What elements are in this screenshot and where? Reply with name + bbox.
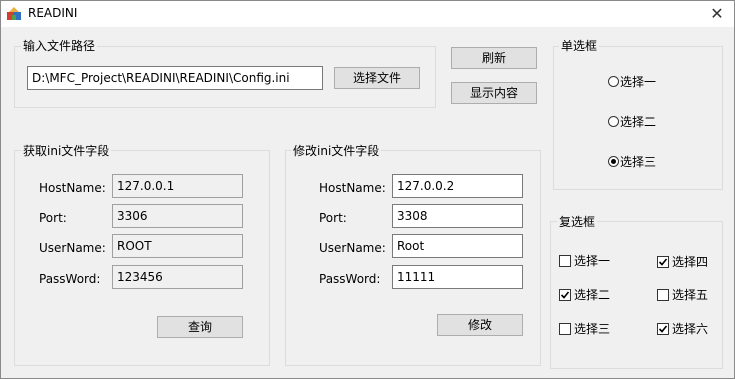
read-username-field: ROOT — [112, 234, 243, 258]
radio-option-label: 选择二 — [620, 115, 657, 129]
title-bar[interactable]: READINI ✕ — [1, 1, 734, 27]
file-path-field[interactable]: D:\MFC_Project\READINI\READINI\Config.in… — [27, 66, 323, 90]
window-title: READINI — [28, 6, 78, 20]
checkbox-group-label: 复选框 — [557, 215, 598, 229]
checkbox-label: 选择二 — [574, 288, 611, 302]
radio-circle-2[interactable] — [608, 116, 619, 127]
checkmark-icon — [658, 324, 668, 333]
edit-group-label: 修改ini文件字段 — [291, 144, 382, 158]
checkbox-label: 选择三 — [574, 322, 611, 336]
checkmark-icon — [658, 257, 668, 266]
checkbox-square[interactable] — [657, 255, 669, 268]
path-group-label: 输入文件路径 — [21, 39, 98, 53]
radio-circle-3[interactable] — [608, 156, 619, 167]
edit-hostname-label: HostName: — [319, 181, 386, 195]
checkbox-square[interactable] — [559, 254, 571, 267]
edit-port-label: Port: — [319, 211, 347, 225]
radio-option-2[interactable]: 选择二 — [608, 113, 656, 130]
checkbox-option-5[interactable]: 选择五 — [657, 286, 708, 303]
radio-option-label: 选择一 — [620, 75, 657, 89]
app-icon — [7, 7, 21, 20]
radio-group-label: 单选框 — [559, 39, 600, 53]
edit-username-field[interactable]: Root — [392, 234, 523, 258]
checkbox-square[interactable] — [559, 288, 571, 301]
refresh-button[interactable]: 刷新 — [451, 47, 537, 69]
modify-button[interactable]: 修改 — [437, 314, 523, 336]
read-password-label: PassWord: — [39, 272, 101, 286]
show-content-button[interactable]: 显示内容 — [451, 82, 537, 104]
checkbox-square[interactable] — [657, 322, 669, 335]
checkbox-label: 选择四 — [672, 255, 709, 269]
edit-password-label: PassWord: — [319, 272, 381, 286]
app-window: READINI ✕ 输入文件路径 D:\MFC_Project\READINI\… — [0, 0, 735, 379]
read-username-label: UserName: — [39, 241, 106, 255]
radio-option-label: 选择三 — [620, 155, 657, 169]
checkbox-label: 选择五 — [672, 288, 709, 302]
checkbox-option-1[interactable]: 选择一 — [559, 252, 610, 269]
checkbox-square[interactable] — [657, 288, 669, 301]
checkbox-label: 选择六 — [672, 322, 709, 336]
read-hostname-field: 127.0.0.1 — [112, 174, 243, 198]
edit-password-field[interactable]: 11111 — [392, 265, 523, 289]
edit-port-field[interactable]: 3308 — [392, 204, 523, 228]
radio-option-3[interactable]: 选择三 — [608, 153, 656, 170]
checkbox-option-2[interactable]: 选择二 — [559, 286, 610, 303]
checkbox-square[interactable] — [559, 322, 571, 335]
query-button[interactable]: 查询 — [157, 316, 243, 338]
edit-username-label: UserName: — [319, 241, 386, 255]
radio-option-1[interactable]: 选择一 — [608, 73, 656, 90]
checkbox-option-3[interactable]: 选择三 — [559, 320, 610, 337]
read-hostname-label: HostName: — [39, 181, 106, 195]
read-group-label: 获取ini文件字段 — [21, 144, 112, 158]
checkbox-label: 选择一 — [574, 254, 611, 268]
choose-file-button[interactable]: 选择文件 — [334, 67, 420, 89]
checkbox-option-6[interactable]: 选择六 — [657, 320, 708, 337]
read-password-field: 123456 — [112, 265, 243, 289]
edit-hostname-field[interactable]: 127.0.0.2 — [392, 174, 523, 198]
checkmark-icon — [560, 290, 570, 299]
radio-circle-1[interactable] — [608, 76, 619, 87]
read-port-label: Port: — [39, 211, 67, 225]
close-button[interactable]: ✕ — [700, 1, 734, 27]
checkbox-option-4[interactable]: 选择四 — [657, 253, 708, 270]
read-port-field: 3306 — [112, 204, 243, 228]
